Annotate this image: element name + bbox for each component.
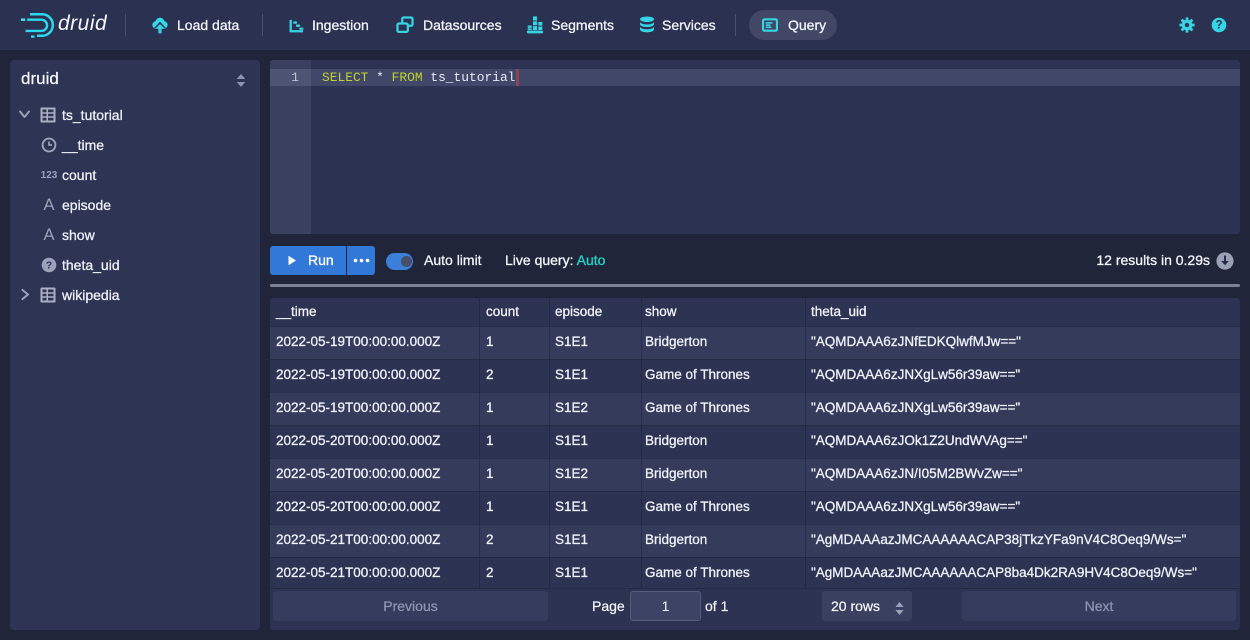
svg-text:?: ? [1215, 20, 1222, 32]
svg-text:?: ? [46, 260, 52, 272]
